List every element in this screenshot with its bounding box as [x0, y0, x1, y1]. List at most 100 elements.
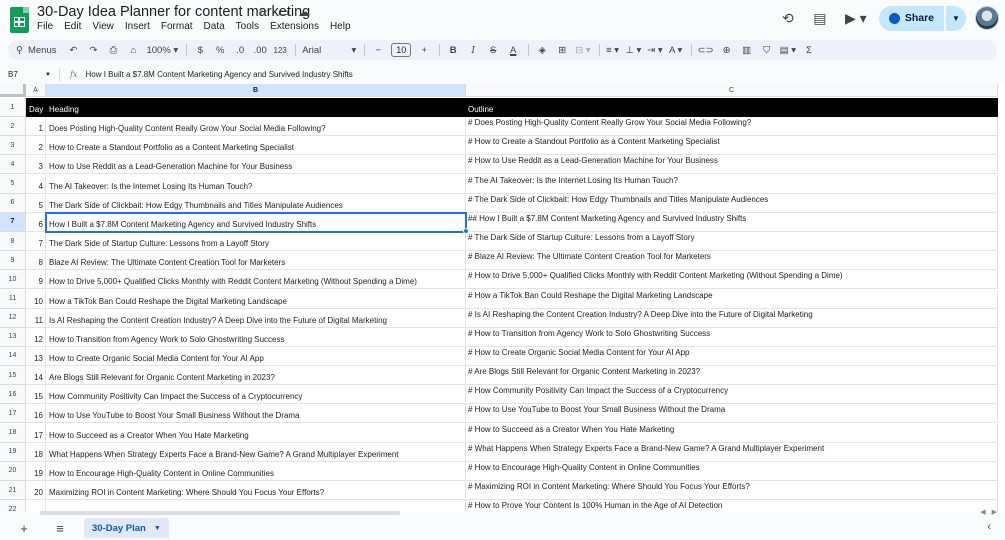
text-wrap-icon[interactable]: ⇥ ▾ — [647, 41, 662, 59]
outline-cell[interactable]: ## How I Built a $7.8M Content Marketing… — [466, 212, 998, 232]
avatar[interactable] — [975, 6, 999, 30]
day-cell[interactable]: 4 — [26, 174, 46, 194]
column-header-a[interactable]: A — [26, 84, 46, 97]
fill-color-icon[interactable]: ◈ — [535, 41, 549, 59]
filter-views-icon[interactable]: ▤ ▾ — [780, 41, 796, 59]
menu-view[interactable]: View — [92, 21, 114, 32]
row-number[interactable]: 3 — [0, 136, 26, 156]
row-number[interactable]: 4 — [0, 155, 26, 175]
undo-icon[interactable]: ↶ — [66, 41, 80, 59]
outline-cell[interactable]: # Is AI Reshaping the Content Creation I… — [466, 308, 998, 328]
menu-tools[interactable]: Tools — [236, 21, 259, 32]
heading-cell[interactable]: How to Encourage High-Quality Content in… — [46, 461, 466, 481]
outline-cell[interactable]: # How to Create Organic Social Media Con… — [466, 346, 998, 366]
outline-cell[interactable]: # How a TikTok Ban Could Reshape the Dig… — [466, 289, 998, 309]
italic-button[interactable]: I — [466, 41, 480, 59]
formula-input[interactable]: How I Built a $7.8M Content Marketing Ag… — [85, 70, 352, 79]
outline-cell[interactable]: # How to Succeed as a Creator When You H… — [466, 423, 998, 443]
outline-cell[interactable]: # How Community Positivity Can Impact th… — [466, 385, 998, 405]
comments-icon[interactable]: ▤ — [807, 5, 833, 31]
heading-cell[interactable]: How to Drive 5,000+ Qualified Clicks Mon… — [46, 270, 466, 290]
header-heading[interactable]: Heading — [46, 98, 466, 117]
paint-format-icon[interactable]: ⌂ — [126, 41, 140, 59]
heading-cell[interactable]: The Dark Side of Clickbait: How Edgy Thu… — [46, 193, 466, 213]
day-cell[interactable]: 8 — [26, 251, 46, 271]
borders-icon[interactable]: ⊞ — [555, 41, 569, 59]
print-icon[interactable]: ⎙ — [106, 41, 120, 59]
outline-cell[interactable]: # Are Blogs Still Relevant for Organic C… — [466, 366, 998, 386]
text-color-button[interactable]: A — [506, 41, 520, 59]
filter-icon[interactable]: ⛉ — [760, 41, 774, 59]
heading-cell[interactable]: Does Posting High-Quality Content Really… — [46, 117, 466, 137]
row-number[interactable]: 17 — [0, 404, 26, 424]
menu-extensions[interactable]: Extensions — [270, 21, 319, 32]
text-rotation-icon[interactable]: A ▾ — [669, 41, 683, 59]
decrease-decimal-button[interactable]: .0 — [233, 41, 247, 59]
day-cell[interactable]: 2 — [26, 136, 46, 156]
menus-search[interactable]: ⚲ Menus — [16, 45, 56, 56]
column-header-b[interactable]: B — [46, 84, 466, 97]
currency-format-button[interactable]: $ — [193, 41, 207, 59]
day-cell[interactable]: 18 — [26, 442, 46, 462]
header-day[interactable]: Day — [26, 98, 46, 117]
day-cell[interactable]: 3 — [26, 155, 46, 175]
row-number[interactable]: 10 — [0, 270, 26, 290]
heading-cell[interactable]: How a TikTok Ban Could Reshape the Digit… — [46, 289, 466, 309]
day-cell[interactable]: 13 — [26, 346, 46, 366]
outline-cell[interactable]: # How to Prove Your Content Is 100% Huma… — [466, 500, 998, 512]
day-cell[interactable]: 7 — [26, 232, 46, 252]
row-number[interactable]: 7 — [0, 212, 26, 232]
font-size-input[interactable]: 10 — [391, 43, 412, 57]
menu-data[interactable]: Data — [204, 21, 225, 32]
day-cell[interactable]: 16 — [26, 404, 46, 424]
heading-cell[interactable]: How to Use YouTube to Boost Your Small B… — [46, 404, 466, 424]
row-number[interactable]: 11 — [0, 289, 26, 309]
font-select[interactable]: Arial ▾ — [302, 41, 356, 59]
add-sheet-icon[interactable]: + — [12, 518, 36, 538]
day-cell[interactable]: 12 — [26, 327, 46, 347]
bold-button[interactable]: B — [446, 41, 460, 59]
insert-comment-icon[interactable]: ⊕ — [720, 41, 734, 59]
folder-icon[interactable]: ▭ — [278, 5, 289, 19]
day-cell[interactable]: 9 — [26, 270, 46, 290]
day-cell[interactable]: 19 — [26, 461, 46, 481]
decrease-font-size-button[interactable]: − — [371, 41, 385, 59]
functions-button[interactable]: Σ — [802, 41, 816, 59]
menu-format[interactable]: Format — [161, 21, 193, 32]
day-cell[interactable]: 14 — [26, 366, 46, 386]
menu-file[interactable]: File — [37, 21, 53, 32]
outline-cell[interactable]: # Does Posting High-Quality Content Real… — [466, 117, 998, 137]
increase-decimal-button[interactable]: .00 — [253, 41, 267, 59]
share-dropdown-button[interactable]: ▼ — [946, 5, 966, 31]
row-number[interactable]: 16 — [0, 385, 26, 405]
row-number[interactable]: 1 — [0, 98, 26, 117]
outline-cell[interactable]: # How to Use YouTube to Boost Your Small… — [466, 404, 998, 424]
vertical-align-icon[interactable]: ⊥ ▾ — [626, 41, 642, 59]
outline-cell[interactable]: # How to Create a Standout Portfolio as … — [466, 136, 998, 156]
heading-cell[interactable]: Blaze AI Review: The Ultimate Content Cr… — [46, 251, 466, 271]
scroll-right-icon[interactable]: ▶ — [992, 508, 997, 516]
day-cell[interactable]: 1 — [26, 117, 46, 137]
outline-cell[interactable]: # What Happens When Strategy Experts Fac… — [466, 442, 998, 462]
heading-cell[interactable]: Is AI Reshaping the Content Creation Ind… — [46, 308, 466, 328]
row-number[interactable]: 21 — [0, 481, 26, 500]
row-number[interactable]: 22 — [0, 500, 26, 512]
insert-chart-icon[interactable]: ▥ — [740, 41, 754, 59]
merge-cells-icon[interactable]: ⊟ ▾ — [575, 41, 590, 59]
heading-cell[interactable]: Maximizing ROI in Content Marketing: Whe… — [46, 481, 466, 500]
outline-cell[interactable]: # Maximizing ROI in Content Marketing: W… — [466, 481, 998, 500]
column-header-c[interactable]: C — [466, 84, 998, 97]
horizontal-scrollbar[interactable] — [40, 511, 400, 515]
history-icon[interactable]: ⟲ — [775, 5, 801, 31]
row-number[interactable]: 15 — [0, 366, 26, 386]
day-cell[interactable]: 11 — [26, 308, 46, 328]
horizontal-align-icon[interactable]: ≡ ▾ — [606, 41, 620, 59]
zoom-select[interactable]: 100% ▾ — [146, 41, 178, 59]
heading-cell[interactable]: How to Create a Standout Portfolio as a … — [46, 136, 466, 156]
heading-cell[interactable]: How to Use Reddit as a Lead-Generation M… — [46, 155, 466, 175]
menu-insert[interactable]: Insert — [125, 21, 150, 32]
row-number[interactable]: 12 — [0, 308, 26, 328]
redo-icon[interactable]: ↷ — [86, 41, 100, 59]
heading-cell[interactable]: How I Built a $7.8M Content Marketing Ag… — [45, 211, 467, 233]
heading-cell[interactable]: The AI Takeover: Is the Internet Losing … — [46, 174, 466, 194]
